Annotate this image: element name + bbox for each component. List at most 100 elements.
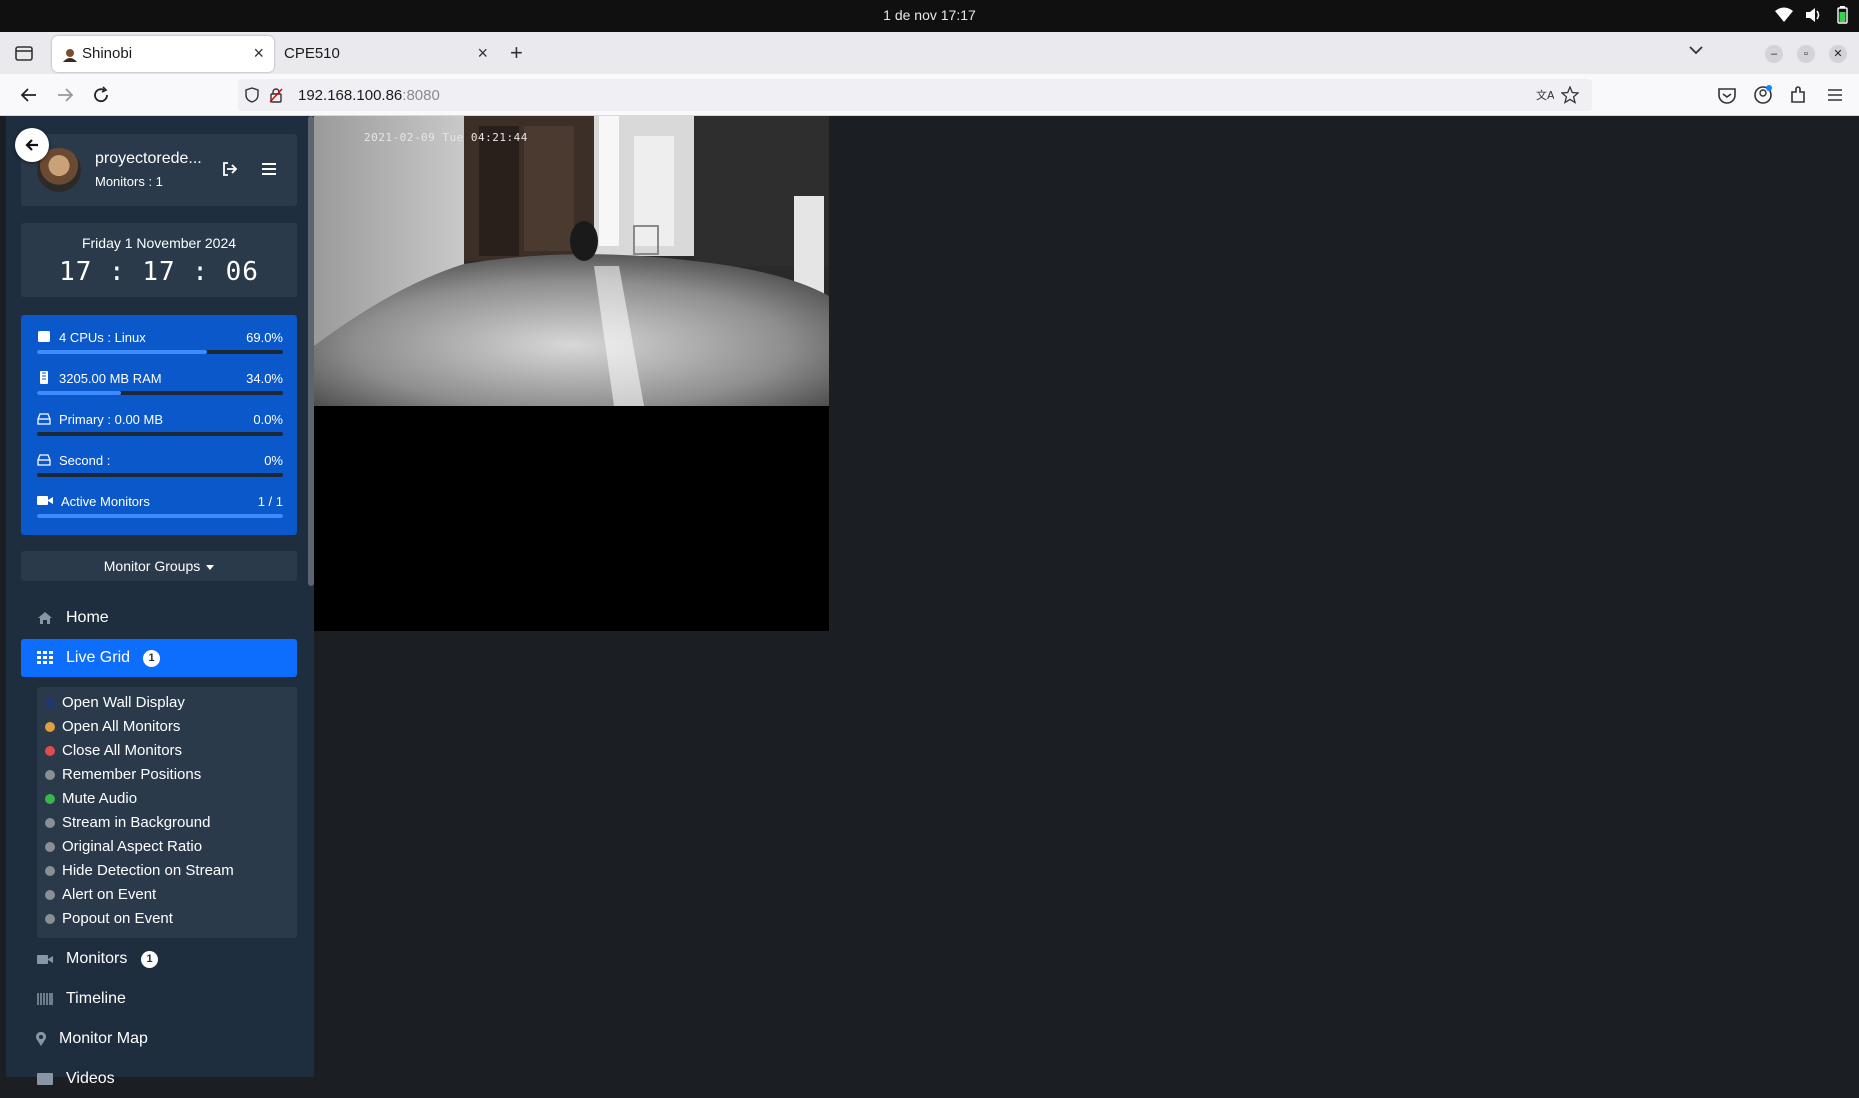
progress-fill (37, 391, 121, 395)
battery-icon[interactable] (1835, 6, 1849, 24)
disk-icon (37, 413, 51, 425)
option-label: Hide Detection on Stream (62, 862, 234, 879)
live-grid-options-panel: Open Wall Display Open All Monitors Clos… (37, 687, 297, 938)
extensions-icon[interactable] (1788, 84, 1810, 106)
pocket-icon[interactable] (1716, 84, 1738, 106)
stat-value: 1 / 1 (257, 494, 283, 509)
stat-label: 3205.00 MB RAM (59, 371, 162, 386)
sidebar-item-monitor-map[interactable]: Monitor Map (21, 1020, 297, 1058)
translate-icon[interactable]: 文A (1536, 87, 1554, 103)
minimize-button[interactable]: – (1765, 45, 1783, 63)
new-tab-button[interactable]: + (510, 40, 523, 66)
shinobi-favicon (63, 49, 77, 62)
stat-label: 4 CPUs : Linux (59, 330, 146, 345)
status-dot (45, 794, 55, 804)
sidebar-item-timeline[interactable]: Timeline (21, 980, 297, 1018)
option-label: Alert on Event (62, 886, 157, 903)
account-icon[interactable] (1752, 84, 1774, 106)
clock-card: Friday 1 November 2024 17 : 17 : 06 (21, 223, 297, 297)
insecure-lock-icon[interactable] (268, 87, 284, 103)
tab-shinobi[interactable]: Shinobi × (52, 36, 274, 72)
count-badge: 1 (141, 951, 158, 968)
count-badge: 1 (143, 650, 160, 667)
system-tray[interactable] (1775, 6, 1849, 24)
monitor-groups-dropdown[interactable]: Monitor Groups (21, 551, 297, 581)
url-text[interactable]: 192.168.100.86:8080 (298, 87, 440, 104)
stat-value: 69.0% (246, 330, 283, 345)
svg-text:文A: 文A (1536, 88, 1554, 102)
close-tab-icon[interactable]: × (253, 43, 264, 64)
shield-icon[interactable] (244, 87, 260, 103)
active-monitors-stat: Active Monitors 1 / 1 (37, 493, 283, 523)
os-top-bar: 1 de nov 17:17 (0, 0, 1859, 32)
status-dot (45, 842, 55, 852)
tab-title: CPE510 (284, 45, 340, 62)
cpu-stat: 4 CPUs : Linux 69.0% (37, 329, 283, 359)
stat-label: Second : (59, 453, 111, 468)
maximize-button[interactable]: ▫ (1797, 45, 1815, 63)
arrow-left-icon (25, 139, 38, 151)
stat-value: 0.0% (253, 412, 283, 427)
sidebar-item-label: Live Grid (66, 649, 131, 666)
live-grid-area: 2021-02-09 Tue 04:21:44 (314, 116, 1859, 1077)
sidebar-item-live-grid[interactable]: Live Grid 1 (21, 639, 297, 677)
monitor-tile[interactable]: 2021-02-09 Tue 04:21:44 (314, 116, 829, 631)
hamburger-menu-icon[interactable] (1824, 84, 1846, 106)
option-label: Stream in Background (62, 814, 211, 831)
stat-label: Primary : 0.00 MB (59, 412, 164, 427)
browser-nav-bar: 192.168.100.86:8080 文A (0, 74, 1859, 116)
status-dot (45, 722, 55, 732)
volume-icon[interactable] (1805, 7, 1823, 23)
clock-time: 17 : 17 : 06 (59, 257, 259, 287)
progress-fill (37, 514, 283, 518)
sidebar-item-label: Videos (66, 1070, 115, 1087)
progress-track (37, 432, 283, 436)
stat-label: Active Monitors (61, 494, 150, 509)
user-name: proyectorede... (95, 150, 202, 167)
option-label: Mute Audio (62, 790, 138, 807)
option-label: Close All Monitors (62, 742, 183, 759)
os-clock[interactable]: 1 de nov 17:17 (0, 7, 1859, 23)
film-icon (37, 1073, 53, 1085)
sidebar-menu-icon[interactable] (261, 161, 277, 177)
tab-list-icon[interactable] (14, 44, 34, 62)
system-stats-card: 4 CPUs : Linux 69.0% 3205.00 MB RAM 34.0… (21, 315, 297, 535)
option-label: Open All Monitors (62, 718, 181, 735)
collapse-sidebar-button[interactable] (15, 128, 49, 162)
progress-fill (37, 350, 207, 354)
back-icon[interactable] (18, 84, 40, 106)
status-dot (45, 914, 55, 924)
close-window-button[interactable]: ✕ (1829, 45, 1847, 63)
forward-icon[interactable] (54, 84, 76, 106)
stat-value: 0% (264, 453, 283, 468)
url-bar[interactable]: 192.168.100.86:8080 文A (238, 79, 1592, 111)
timeline-icon (37, 993, 53, 1005)
status-dot (45, 746, 55, 756)
option-label: Remember Positions (62, 766, 202, 783)
camera-stream[interactable] (314, 116, 829, 406)
status-dot (45, 890, 55, 900)
close-tab-icon[interactable]: × (477, 43, 488, 64)
video-camera-icon (37, 955, 53, 964)
wifi-icon[interactable] (1775, 7, 1793, 23)
status-dot (45, 698, 55, 708)
map-pin-icon (36, 1032, 46, 1046)
sidebar-item-monitors[interactable]: Monitors 1 (21, 940, 297, 978)
user-monitor-count: Monitors : 1 (95, 174, 163, 189)
reload-icon[interactable] (90, 84, 112, 106)
chevron-down-icon[interactable] (1688, 44, 1704, 56)
cpu-icon (38, 331, 50, 342)
sidebar-item-label: Monitors (66, 950, 128, 967)
tab-cpe510[interactable]: CPE510 × (276, 36, 498, 72)
sidebar-item-label: Home (66, 609, 109, 626)
progress-track (37, 473, 283, 477)
sidebar-item-videos[interactable]: Videos (21, 1060, 297, 1098)
bookmark-star-icon[interactable] (1561, 86, 1579, 104)
logout-icon[interactable] (221, 160, 239, 178)
user-card: proyectorede... Monitors : 1 (21, 134, 297, 206)
sidebar-item-home[interactable]: Home (21, 599, 297, 637)
sidebar-item-label: Monitor Map (59, 1030, 148, 1047)
browser-tab-strip: Shinobi × CPE510 × (0, 32, 1859, 74)
progress-track (37, 391, 283, 395)
progress-track (37, 514, 283, 518)
